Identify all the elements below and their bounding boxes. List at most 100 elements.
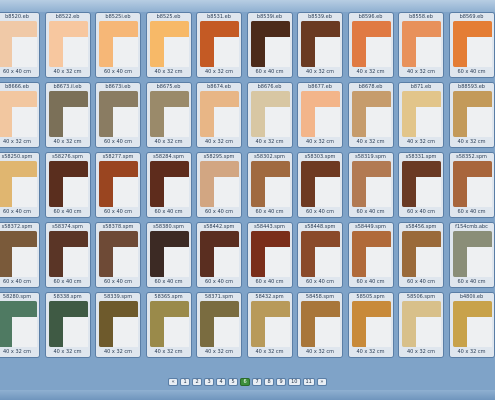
frame-corner-cutout bbox=[365, 177, 391, 207]
product-card[interactable]: b8531.eb 40 x 32 cm bbox=[196, 12, 242, 78]
product-card[interactable]: b8666.eb 40 x 32 cm bbox=[0, 82, 40, 148]
page-link-7[interactable]: 7 bbox=[252, 378, 263, 386]
product-card[interactable]: 58339.spm 40 x 32 cm bbox=[95, 292, 141, 358]
product-card[interactable]: s58372.spm 60 x 40 cm bbox=[0, 222, 40, 288]
product-card[interactable]: s58456.spm 60 x 40 cm bbox=[398, 222, 444, 288]
product-card[interactable]: b8676.eb 40 x 32 cm bbox=[246, 82, 293, 148]
product-card[interactable]: s58295.spm 60 x 40 cm bbox=[196, 152, 242, 218]
product-card[interactable]: 58506.spm 40 x 32 cm bbox=[398, 292, 444, 358]
product-card[interactable]: b8675.eb 40 x 32 cm bbox=[145, 82, 192, 148]
product-card[interactable]: 58338.spm 40 x 32 cm bbox=[44, 292, 91, 358]
product-size: 60 x 40 cm bbox=[204, 209, 234, 215]
page-link-2[interactable]: 2 bbox=[192, 378, 203, 386]
product-card[interactable]: s58443.spm 60 x 40 cm bbox=[246, 222, 293, 288]
product-card[interactable]: s58352.spm 60 x 40 cm bbox=[448, 152, 495, 218]
product-code: b8596.eb bbox=[358, 14, 383, 20]
product-card[interactable]: s58442.spm 60 x 40 cm bbox=[196, 222, 242, 288]
product-card[interactable]: b8525i.eb 60 x 40 cm bbox=[95, 12, 141, 78]
product-card[interactable]: b8539i.eb 60 x 40 cm bbox=[246, 12, 293, 78]
product-code: b8666.eb bbox=[5, 84, 29, 90]
product-card[interactable]: b8674.eb 40 x 32 cm bbox=[196, 82, 242, 148]
frame-corner-cutout bbox=[62, 317, 88, 347]
product-card[interactable]: b8539.eb 40 x 32 cm bbox=[297, 12, 343, 78]
product-card[interactable]: f154cmb.abc 60 x 40 cm bbox=[448, 222, 495, 288]
product-size: 40 x 32 cm bbox=[2, 349, 32, 355]
product-card[interactable]: b8673i.eb 60 x 40 cm bbox=[95, 82, 141, 148]
product-card[interactable]: 58280.spm 40 x 32 cm bbox=[0, 292, 40, 358]
frame-corner-cutout bbox=[163, 37, 189, 67]
product-card[interactable]: s58331.spm 60 x 40 cm bbox=[398, 152, 444, 218]
product-card[interactable]: 58365.spm 40 x 32 cm bbox=[145, 292, 192, 358]
frame-corner-cutout bbox=[113, 37, 138, 67]
product-card[interactable]: s58449.spm 60 x 40 cm bbox=[347, 222, 394, 288]
product-card[interactable]: b88593.eb 40 x 32 cm bbox=[448, 82, 495, 148]
frame-corner-cutout bbox=[214, 317, 239, 347]
product-size: 60 x 40 cm bbox=[103, 139, 133, 145]
product-card[interactable]: b8520.eb 60 x 40 cm bbox=[0, 12, 40, 78]
frame-corner-cutout bbox=[62, 37, 88, 67]
product-card[interactable]: b8678.eb 40 x 32 cm bbox=[347, 82, 394, 148]
product-card[interactable]: s58374.spm 60 x 40 cm bbox=[44, 222, 91, 288]
product-size: 60 x 40 cm bbox=[406, 209, 436, 215]
product-code: s58303.spm bbox=[304, 154, 336, 160]
product-card[interactable]: s58448.spm 60 x 40 cm bbox=[297, 222, 343, 288]
product-card[interactable]: s58277.spm 60 x 40 cm bbox=[95, 152, 141, 218]
product-card[interactable]: s58276.spm 60 x 40 cm bbox=[44, 152, 91, 218]
product-size: 40 x 32 cm bbox=[204, 139, 234, 145]
frame-corner-cutout bbox=[315, 317, 340, 347]
product-card[interactable]: 58505.spm 40 x 32 cm bbox=[347, 292, 394, 358]
product-card[interactable]: s58284.spm 60 x 40 cm bbox=[145, 152, 192, 218]
page-link-10[interactable]: 10 bbox=[288, 378, 301, 386]
frame-corner-cutout bbox=[264, 107, 290, 137]
previous-page-button[interactable]: « bbox=[168, 378, 179, 386]
product-size: 40 x 32 cm bbox=[2, 139, 32, 145]
product-code: 58505.spm bbox=[356, 294, 385, 300]
product-size: 40 x 32 cm bbox=[356, 69, 385, 75]
frame-corner-cutout bbox=[365, 107, 391, 137]
product-card[interactable]: b8525.eb 40 x 32 cm bbox=[145, 12, 192, 78]
product-code: 58432.spm bbox=[255, 294, 284, 300]
frame-corner-cutout bbox=[416, 317, 441, 347]
next-page-button[interactable]: » bbox=[316, 378, 327, 386]
product-card[interactable]: 58371.spm 40 x 32 cm bbox=[196, 292, 242, 358]
page-link-8[interactable]: 8 bbox=[264, 378, 275, 386]
product-card[interactable]: b8558.eb 40 x 32 cm bbox=[398, 12, 444, 78]
product-card[interactable]: s58250.spm 60 x 40 cm bbox=[0, 152, 40, 218]
page-link-4[interactable]: 4 bbox=[216, 378, 227, 386]
product-code: s58250.spm bbox=[1, 154, 33, 160]
frame-corner-cutout bbox=[466, 177, 492, 207]
frame-corner-cutout bbox=[315, 247, 340, 277]
page-link-1[interactable]: 1 bbox=[180, 378, 191, 386]
product-card[interactable]: s58380.spm 60 x 40 cm bbox=[145, 222, 192, 288]
product-card[interactable]: b8522.eb 40 x 32 cm bbox=[44, 12, 91, 78]
product-card[interactable]: b8569.eb 60 x 40 cm bbox=[448, 12, 495, 78]
product-card[interactable]: b8677.eb 40 x 32 cm bbox=[297, 82, 343, 148]
product-code: 58371.spm bbox=[204, 294, 234, 300]
frame-corner-cutout bbox=[466, 37, 492, 67]
product-code: b8531.eb bbox=[207, 14, 231, 20]
product-card[interactable]: 58432.spm 40 x 32 cm bbox=[246, 292, 293, 358]
product-card[interactable]: 58458.spm 40 x 32 cm bbox=[297, 292, 343, 358]
product-code: s58449.spm bbox=[355, 224, 386, 230]
product-card[interactable]: b8596.eb 40 x 32 cm bbox=[347, 12, 394, 78]
product-code: s58456.spm bbox=[405, 224, 437, 230]
product-card[interactable]: s58378.spm 60 x 40 cm bbox=[95, 222, 141, 288]
page-link-6[interactable]: 6 bbox=[240, 378, 251, 386]
page-link-11[interactable]: 11 bbox=[302, 378, 315, 386]
frame-corner-cutout bbox=[416, 37, 441, 67]
product-card[interactable]: b871.eb 40 x 32 cm bbox=[398, 82, 444, 148]
page-link-9[interactable]: 9 bbox=[276, 378, 287, 386]
page-link-3[interactable]: 3 bbox=[204, 378, 215, 386]
product-size: 40 x 32 cm bbox=[406, 139, 436, 145]
product-card[interactable]: s58319.spm 60 x 40 cm bbox=[347, 152, 394, 218]
product-card[interactable]: b8673.il.eb 40 x 32 cm bbox=[44, 82, 91, 148]
product-card[interactable]: s58303.spm 60 x 40 cm bbox=[297, 152, 343, 218]
frame-corner-cutout bbox=[113, 177, 138, 207]
product-code: b8675.eb bbox=[156, 84, 181, 90]
product-card[interactable]: b480li.eb 40 x 32 cm bbox=[448, 292, 495, 358]
page-link-5[interactable]: 5 bbox=[228, 378, 239, 386]
product-size: 40 x 32 cm bbox=[255, 349, 284, 355]
product-code: b8677.eb bbox=[308, 84, 332, 90]
product-code: b8539.eb bbox=[308, 14, 332, 20]
product-card[interactable]: s58302.spm 60 x 40 cm bbox=[246, 152, 293, 218]
